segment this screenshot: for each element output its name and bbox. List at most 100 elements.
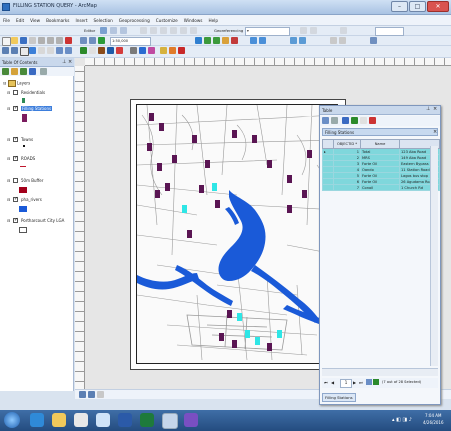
first-record-icon[interactable]: ⏮ — [324, 380, 328, 385]
find-icon[interactable] — [116, 47, 123, 54]
selected-station-marker[interactable] — [277, 330, 282, 338]
rectify-icon[interactable] — [340, 27, 347, 34]
selected-station-marker[interactable] — [245, 330, 250, 338]
select-by-attributes-icon[interactable] — [342, 117, 349, 124]
arcmap-taskbar-icon[interactable] — [162, 413, 178, 429]
toc-pin-icon[interactable]: ⊥ — [62, 59, 66, 65]
desktop-icon[interactable] — [96, 413, 110, 427]
maximize-button[interactable]: □ — [409, 1, 426, 12]
menu-view[interactable]: View — [27, 15, 43, 26]
georeferencing-label[interactable]: Georeferencing — [214, 27, 243, 35]
time-slider-icon[interactable] — [160, 47, 167, 54]
filling-station-marker[interactable] — [192, 135, 197, 143]
menu-help[interactable]: Help — [205, 15, 221, 26]
layer-visibility-checkbox[interactable] — [13, 178, 18, 183]
expand-icon[interactable]: ⊟ — [7, 90, 10, 95]
tray-icons[interactable]: ▴ ◧ ◨ ♪ — [392, 417, 412, 423]
selected-station-marker[interactable] — [237, 313, 242, 321]
split-icon[interactable] — [170, 27, 177, 34]
modelbuilder-icon[interactable] — [259, 37, 266, 44]
link-table-icon[interactable] — [310, 27, 317, 34]
reshape-icon[interactable] — [150, 27, 157, 34]
list-by-selection-icon[interactable] — [29, 68, 36, 75]
toc-close-icon[interactable]: × — [68, 59, 72, 65]
python-icon[interactable] — [250, 37, 257, 44]
menu-windows[interactable]: Windows — [181, 15, 206, 26]
copy-icon[interactable] — [47, 37, 54, 44]
add-data-icon[interactable] — [98, 37, 105, 44]
zoom-page-icon[interactable] — [299, 37, 306, 44]
media-player-icon[interactable] — [74, 413, 88, 427]
menu-geoprocessing[interactable]: Geoprocessing — [116, 15, 153, 26]
pan-icon[interactable] — [20, 47, 29, 56]
open-icon[interactable] — [11, 37, 18, 44]
layer-towns[interactable]: ⊟ Towns — [7, 136, 33, 142]
menu-insert[interactable]: Insert — [72, 15, 90, 26]
table-pin-icon[interactable]: ⊥ — [426, 106, 430, 112]
close-button[interactable]: ✕ — [427, 1, 449, 12]
layer-pha-rivers[interactable]: ⊟ pha_rivers — [7, 196, 42, 202]
delete-selected-icon[interactable] — [369, 117, 376, 124]
menu-customize[interactable]: Customize — [153, 15, 181, 26]
filling-station-marker[interactable] — [155, 190, 160, 198]
filling-station-marker[interactable] — [172, 155, 177, 163]
font-icon[interactable] — [370, 37, 377, 44]
filling-station-marker[interactable] — [302, 190, 307, 198]
table-of-contents-icon[interactable] — [204, 37, 211, 44]
filling-station-marker[interactable] — [199, 185, 204, 193]
expand-icon[interactable]: ⊟ — [7, 156, 10, 161]
filling-station-marker[interactable] — [267, 160, 272, 168]
fixed-zoom-in-icon[interactable] — [38, 47, 45, 54]
list-by-visibility-icon[interactable] — [20, 68, 27, 75]
layer-visibility-checkbox[interactable] — [13, 217, 18, 223]
paste-icon[interactable] — [56, 37, 63, 44]
editor-menu[interactable]: Editor — [84, 27, 95, 35]
show-all-records-icon[interactable] — [366, 379, 372, 385]
filling-station-marker[interactable] — [149, 113, 154, 121]
table-options-icon[interactable] — [322, 117, 329, 124]
forward-extent-icon[interactable] — [65, 47, 72, 54]
column-header-name[interactable]: Name — [360, 139, 400, 149]
clock-date[interactable]: 4/26/2016 — [423, 420, 444, 425]
filling-station-marker[interactable] — [147, 143, 152, 151]
clear-table-selection-icon[interactable] — [360, 117, 367, 124]
layer-50m-buffer[interactable]: ⊟ 50m Buffer — [7, 178, 43, 183]
filling-station-marker[interactable] — [159, 123, 164, 131]
filling-station-marker[interactable] — [287, 175, 292, 183]
options-icon[interactable] — [40, 68, 47, 75]
menu-selection[interactable]: Selection — [90, 15, 115, 26]
list-by-source-icon[interactable] — [11, 68, 18, 75]
tab-close-icon[interactable]: × — [433, 129, 437, 135]
table-vertical-scrollbar[interactable] — [430, 146, 438, 366]
editor-toolbar-icon[interactable] — [195, 37, 202, 44]
back-extent-icon[interactable] — [56, 47, 63, 54]
expand-icon[interactable]: ⊟ — [7, 178, 10, 183]
new-map-icon[interactable] — [2, 37, 11, 46]
expand-icon[interactable]: ⊟ — [7, 197, 10, 202]
expand-icon[interactable]: ⊟ — [7, 137, 10, 142]
table-row[interactable]: 7 Conoil 1 Church Rd — [322, 184, 440, 191]
clear-selection-icon[interactable] — [89, 47, 96, 54]
row-selector-header[interactable] — [322, 139, 334, 149]
filling-station-marker[interactable] — [227, 310, 232, 318]
cut-icon[interactable] — [38, 37, 45, 44]
zoom-in-icon[interactable] — [2, 47, 9, 54]
excel-icon[interactable] — [140, 413, 154, 427]
filling-station-marker[interactable] — [267, 343, 272, 351]
next-record-icon[interactable]: ▶ — [353, 380, 356, 385]
hyperlink-icon[interactable] — [139, 47, 146, 54]
filling-station-marker[interactable] — [219, 333, 224, 341]
word-icon[interactable] — [118, 413, 132, 427]
filling-station-marker[interactable] — [307, 150, 312, 158]
related-tables-icon[interactable] — [331, 117, 338, 124]
selected-station-marker[interactable] — [255, 337, 260, 345]
filling-station-marker[interactable] — [232, 340, 237, 348]
straight-segment-icon[interactable] — [110, 27, 117, 34]
map-scale-select[interactable]: 1:50,000 — [110, 37, 151, 46]
table-horizontal-scrollbar[interactable] — [322, 368, 438, 376]
cell-name[interactable]: Conoil — [360, 184, 400, 191]
menu-edit[interactable]: Edit — [13, 15, 27, 26]
app-taskbar-icon[interactable] — [184, 413, 198, 427]
undo-icon[interactable] — [80, 37, 87, 44]
redo-icon[interactable] — [89, 37, 96, 44]
